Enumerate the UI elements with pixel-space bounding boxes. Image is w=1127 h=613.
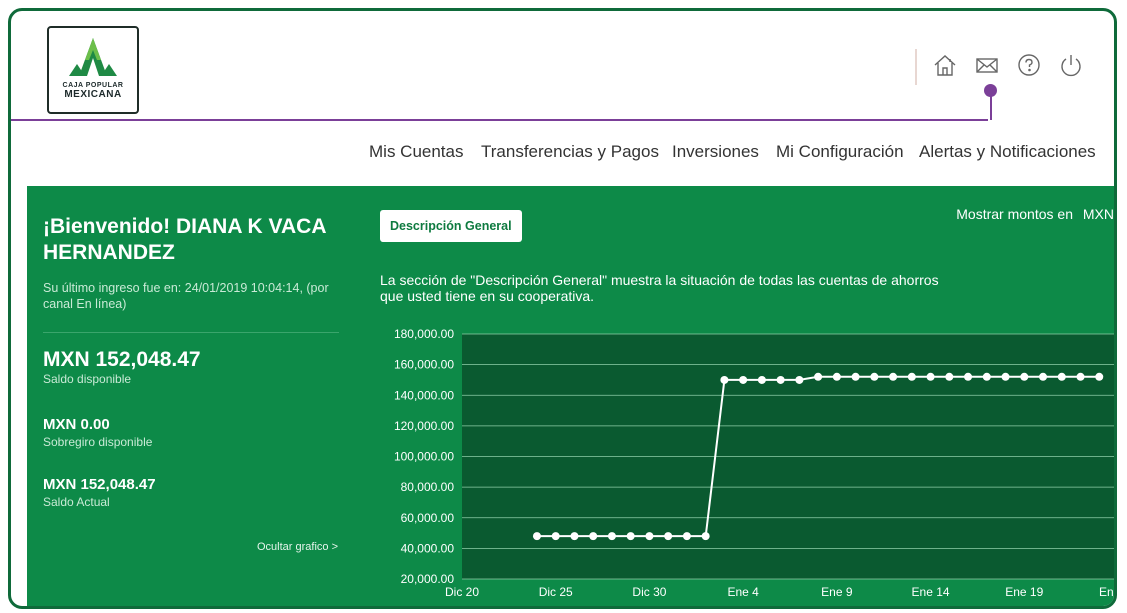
balance-data-point [832,372,841,381]
y-tick-label: 100,000.00 [394,450,454,464]
balance-data-point [1095,372,1104,381]
nav-alertas-y-notificaciones[interactable]: Alertas y Notificaciones [919,142,1096,162]
nav-inversiones[interactable]: Inversiones [672,142,759,162]
x-tick-label: Ene 4 [727,585,759,599]
balance-data-point [776,375,785,384]
balance-data-point [551,532,560,541]
balance-data-point [1057,372,1066,381]
overdraft-label: Sobregiro disponible [43,435,153,449]
summary-divider [43,332,339,333]
callout-dot [984,84,997,97]
y-tick-label: 80,000.00 [401,480,455,494]
y-tick-label: 40,000.00 [401,541,455,555]
mail-icon[interactable] [973,51,1001,79]
overview-description: La sección de "Descripción General" mues… [380,272,939,304]
available-balance-value: MXN 152,048.47 [43,348,201,371]
balance-data-point [1039,372,1048,381]
tab-descripcion-general[interactable]: Descripción General [380,210,522,242]
home-icon[interactable] [931,51,959,79]
x-tick-label: Ene 9 [821,585,853,599]
y-tick-label: 140,000.00 [394,388,454,402]
nav-mi-configuracion[interactable]: Mi Configuración [776,142,904,162]
balance-data-point [607,532,616,541]
x-tick-label: Ene 14 [912,585,950,599]
logo-text-line2: MEXICANA [64,89,122,100]
logo-text-line1: CAJA POPULAR [62,82,124,89]
x-tick-label: Ene 24 [1099,585,1117,599]
balance-data-point [570,532,579,541]
balance-data-point [757,375,766,384]
balance-data-point [945,372,954,381]
account-overview-panel: ¡Bienvenido! DIANA K VACA HERNANDEZ Su ú… [27,186,1117,606]
balance-data-point [795,375,804,384]
balance-data-point [907,372,916,381]
balance-data-point [626,532,635,541]
show-amounts-label: Mostrar montos en [956,206,1073,222]
logo-text: CAJA POPULAR MEXICANA [49,82,137,100]
balance-data-point [1001,372,1010,381]
y-tick-label: 180,000.00 [394,327,454,341]
balance-data-point [889,372,898,381]
power-icon[interactable] [1057,51,1085,79]
x-tick-label: Ene 19 [1005,585,1043,599]
welcome-heading: ¡Bienvenido! DIANA K VACA HERNANDEZ [43,215,326,264]
logo-mark-icon [69,38,117,76]
balance-data-point [682,532,691,541]
available-balance-label: Saldo disponible [43,372,132,386]
balance-data-point [964,372,973,381]
balance-data-point [664,532,673,541]
balance-data-point [1076,372,1085,381]
nav-mis-cuentas[interactable]: Mis Cuentas [369,142,463,162]
x-tick-label: Dic 25 [539,585,573,599]
balance-data-point [645,532,654,541]
app-frame: CAJA POPULAR MEXICANA Mis Cuentas Transf… [8,8,1117,609]
current-balance-label: Saldo Actual [43,495,110,509]
current-balance-value: MXN 152,048.47 [43,476,156,493]
balance-data-point [701,532,710,541]
last-login-text: Su último ingreso fue en: 24/01/2019 10:… [43,281,329,311]
balance-data-point [814,372,823,381]
x-tick-label: Dic 30 [632,585,666,599]
y-tick-label: 160,000.00 [394,358,454,372]
balance-data-point [982,372,991,381]
balance-data-point [720,375,729,384]
currency-selector[interactable]: MXN [1083,206,1114,222]
balance-data-point [926,372,935,381]
y-tick-label: 20,000.00 [401,572,455,586]
balance-data-point [589,532,598,541]
overdraft-value: MXN 0.00 [43,416,110,433]
help-icon[interactable] [1015,51,1043,79]
x-tick-label: Dic 20 [445,585,479,599]
balance-data-point [739,375,748,384]
balance-data-point [851,372,860,381]
balance-line-chart: 180,000.00 160,000.00 140,000.00 120,000.00… [394,327,1117,599]
header-icons-separator [915,49,917,85]
hide-chart-link[interactable]: Ocultar grafico > [257,541,338,553]
balance-data-point [532,532,541,541]
callout-line [11,119,988,121]
show-amounts-control: Mostrar montos en MXN [950,206,1114,222]
caja-popular-logo[interactable]: CAJA POPULAR MEXICANA [47,26,139,114]
balance-data-point [870,372,879,381]
y-tick-label: 120,000.00 [394,419,454,433]
y-tick-label: 60,000.00 [401,511,455,525]
nav-transferencias-y-pagos[interactable]: Transferencias y Pagos [481,142,659,162]
balance-data-point [1020,372,1029,381]
